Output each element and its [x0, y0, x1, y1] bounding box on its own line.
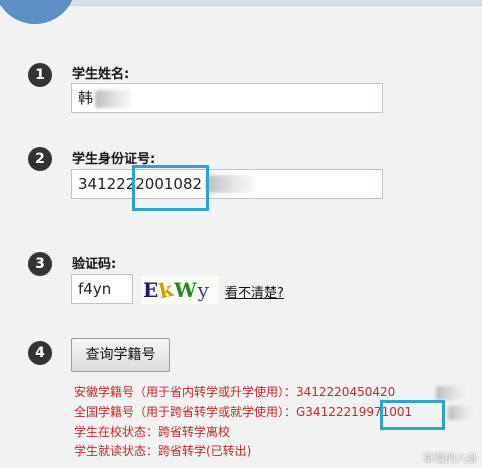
redaction-blur — [448, 406, 476, 420]
captcha-char: y — [197, 278, 210, 302]
redaction-blur — [206, 175, 254, 193]
national-student-id-result: 全国学籍号（用于跨省转学或就学使用）：G34122219971001 — [74, 405, 413, 419]
captcha-char: W — [174, 278, 198, 302]
student-name-value: 韩 — [78, 89, 94, 107]
school-status-result: 学生在校状态：跨省转学离校 — [74, 425, 231, 439]
redaction-blur — [95, 90, 131, 108]
query-student-id-button[interactable]: 查询学籍号 — [71, 338, 170, 372]
captcha-image[interactable]: EkWy — [141, 276, 219, 304]
step-2-badge: 2 — [28, 147, 52, 171]
header-decoration — [0, 0, 76, 24]
watermark: 草莓的八卦 — [423, 452, 478, 465]
step-3-badge: 3 — [28, 252, 52, 276]
anhui-student-id-result: 安徽学籍号（用于省内转学或升学使用）：3412220450420 — [74, 385, 396, 399]
top-bar — [0, 0, 482, 6]
captcha-input[interactable]: f4yn — [71, 274, 133, 304]
captcha-label: 验证码: — [72, 257, 117, 272]
step-4-badge: 4 — [28, 341, 52, 365]
id-highlight-box — [132, 165, 209, 211]
student-name-label: 学生姓名: — [72, 67, 130, 82]
study-status-result: 学生就读状态：跨省转学(已转出) — [74, 444, 252, 458]
redaction-blur — [436, 386, 470, 400]
national-id-highlight-box — [380, 400, 445, 430]
captcha-value: f4yn — [78, 280, 112, 298]
step-1-badge: 1 — [28, 63, 52, 87]
refresh-captcha-link[interactable]: 看不清楚? — [225, 282, 284, 301]
